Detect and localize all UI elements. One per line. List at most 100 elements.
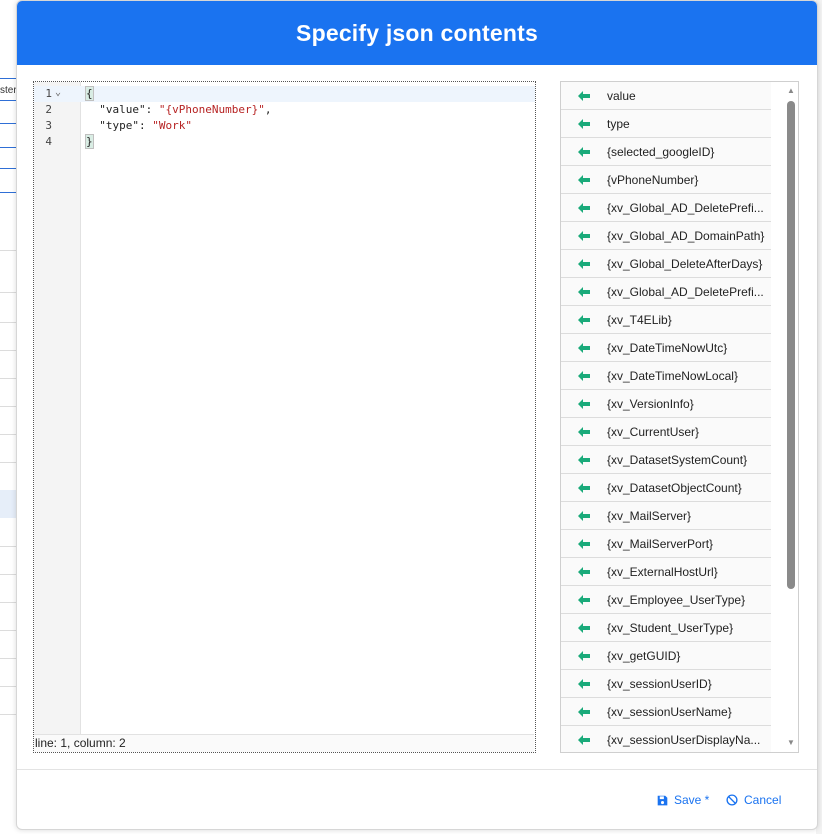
fold-chevron-icon[interactable]: ⌄ [55,85,61,101]
variable-item[interactable]: {selected_googleID} [561,138,771,166]
variable-item[interactable]: {xv_sessionUserName} [561,698,771,726]
variable-item[interactable]: {xv_Student_UserType} [561,614,771,642]
background-divider [0,192,16,193]
background-divider [0,78,16,79]
arrow-left-icon[interactable] [561,650,607,661]
line-number: 4 [45,135,52,148]
editor-gutter [34,82,81,734]
arrow-left-icon[interactable] [561,118,607,129]
variable-item[interactable]: {vPhoneNumber} [561,166,771,194]
variable-label: {xv_DateTimeNowUtc} [607,340,728,355]
arrow-left-icon[interactable] [561,566,607,577]
arrow-left-icon[interactable] [561,622,607,633]
arrow-left-icon[interactable] [561,90,607,101]
arrow-left-icon[interactable] [561,286,607,297]
json-token: , [264,103,272,116]
variable-label: value [607,88,636,103]
background-row-line [0,714,16,715]
variable-label: {xv_sessionUserName} [607,704,732,719]
variable-item[interactable]: {xv_sessionUserID} [561,670,771,698]
background-row-line [0,434,16,435]
variable-list[interactable]: value type {selected_googleID} {vPhoneNumbe… [560,81,799,753]
scrollbar-thumb[interactable] [787,101,795,589]
variable-label: {xv_MailServer} [607,508,692,523]
variable-item[interactable]: {xv_DateTimeNowLocal} [561,362,771,390]
background-row-line [0,602,16,603]
variable-label: {xv_Employee_UserType} [607,592,746,607]
arrow-left-icon[interactable] [561,370,607,381]
save-button[interactable]: Save * [657,793,709,807]
editor-line[interactable]: 2 "value": "{vPhoneNumber}", [34,102,535,118]
scroll-down-icon[interactable]: ▼ [787,739,795,747]
variable-item[interactable]: {xv_getGUID} [561,642,771,670]
editor-line[interactable]: 4} [34,134,535,150]
json-token: "value": [86,103,159,116]
cancel-button[interactable]: Cancel [726,793,781,807]
background-row-line [0,546,16,547]
arrow-left-icon[interactable] [561,594,607,605]
arrow-left-icon[interactable] [561,426,607,437]
background-selected-row [0,490,16,518]
json-string-token: "{vPhoneNumber}" [158,103,265,116]
arrow-left-icon[interactable] [561,342,607,353]
editor-line[interactable]: 1 ⌄ { [34,86,535,102]
background-row-line [0,322,16,323]
variable-label: {xv_DateTimeNowLocal} [607,368,738,383]
variable-item[interactable]: {xv_Global_AD_DeletePrefi... [561,278,771,306]
arrow-left-icon[interactable] [561,734,607,745]
variable-item[interactable]: {xv_ExternalHostUrl} [561,558,771,586]
variable-item[interactable]: {xv_VersionInfo} [561,390,771,418]
arrow-left-icon[interactable] [561,538,607,549]
arrow-left-icon[interactable] [561,146,607,157]
code-text: } [85,134,94,150]
scroll-up-icon[interactable]: ▲ [787,87,795,95]
json-editor[interactable]: 1 ⌄{2 "value": "{vPhoneNumber}", 3 "type":… [33,81,536,753]
arrow-left-icon[interactable] [561,482,607,493]
json-string-token: "Work" [152,119,192,132]
variable-list-scrollbar[interactable]: ▲ ▼ [784,82,798,752]
variable-item[interactable]: type [561,110,771,138]
background-row-line [0,686,16,687]
arrow-left-icon[interactable] [561,174,607,185]
variable-item[interactable]: {xv_sessionUserDisplayNa... [561,726,771,752]
arrow-left-icon[interactable] [561,398,607,409]
variable-item[interactable]: {xv_Employee_UserType} [561,586,771,614]
variable-label: {xv_MailServerPort} [607,536,714,551]
arrow-left-icon[interactable] [561,510,607,521]
variable-item[interactable]: {xv_MailServer} [561,502,771,530]
variable-item[interactable]: {xv_CurrentUser} [561,418,771,446]
arrow-left-icon[interactable] [561,314,607,325]
arrow-left-icon[interactable] [561,706,607,717]
arrow-left-icon[interactable] [561,258,607,269]
background-divider [0,168,16,169]
variable-item[interactable]: {xv_DateTimeNowUtc} [561,334,771,362]
variable-item[interactable]: {xv_DatasetSystemCount} [561,446,771,474]
variable-item[interactable]: {xv_DatasetObjectCount} [561,474,771,502]
editor-status-bar: line: 1, column: 2 [34,734,534,752]
editor-line[interactable]: 3 "type": "Work" [34,118,535,134]
arrow-left-icon[interactable] [561,678,607,689]
footer-divider [17,769,817,770]
ban-icon [726,794,738,806]
background-row-line [0,378,16,379]
arrow-left-icon[interactable] [561,202,607,213]
arrow-left-icon[interactable] [561,230,607,241]
arrow-left-icon[interactable] [561,454,607,465]
variable-item[interactable]: value [561,82,771,110]
variable-label: type [607,116,630,131]
variable-label: {xv_ExternalHostUrl} [607,564,718,579]
variable-item[interactable]: {xv_T4ELib} [561,306,771,334]
variable-label: {selected_googleID} [607,144,715,159]
code-text: "type": "Work" [86,118,192,134]
variable-label: {xv_sessionUserDisplayNa... [607,732,761,747]
variable-item[interactable]: {xv_MailServerPort} [561,530,771,558]
background-row-line [0,250,16,251]
background-divider [0,147,16,148]
variable-label: {xv_Global_AD_DeletePrefi... [607,200,764,215]
background-row-line [0,658,16,659]
variable-item[interactable]: {xv_Global_AD_DeletePrefi... [561,194,771,222]
background-divider [0,100,16,101]
variable-label: {vPhoneNumber} [607,172,699,187]
variable-item[interactable]: {xv_Global_DeleteAfterDays} [561,250,771,278]
variable-item[interactable]: {xv_Global_AD_DomainPath} [561,222,771,250]
